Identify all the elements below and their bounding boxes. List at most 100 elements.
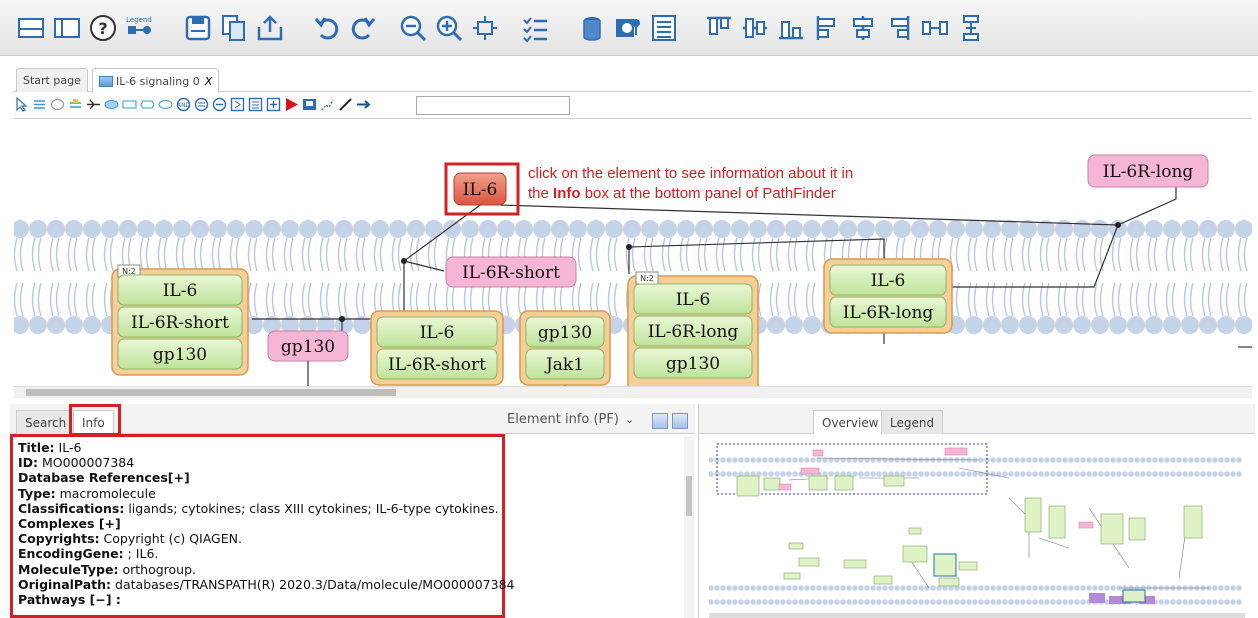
table-tool-icon[interactable] xyxy=(248,97,263,112)
element-info-select[interactable]: Element info (PF) ⌄ xyxy=(507,412,634,427)
tab-search[interactable]: Search xyxy=(16,410,76,434)
tab-legend[interactable]: Legend xyxy=(881,410,944,434)
list-icon[interactable] xyxy=(647,11,681,45)
overview-minimap[interactable] xyxy=(708,438,1245,613)
lipid-head xyxy=(569,220,587,238)
label-input[interactable] xyxy=(416,96,570,115)
play-icon[interactable] xyxy=(284,97,299,112)
export-icon[interactable] xyxy=(253,11,287,45)
pointer-tool-icon[interactable] xyxy=(14,97,29,112)
database-icon[interactable] xyxy=(575,11,609,45)
il6r-long-node[interactable]: IL-6R-long xyxy=(1087,154,1209,188)
note-tool-icon[interactable] xyxy=(230,97,245,112)
redo-icon[interactable] xyxy=(346,11,380,45)
complex-1[interactable]: N:2 IL-6 IL-6R-short gp130 xyxy=(111,264,249,376)
document-icon[interactable] xyxy=(652,413,668,429)
lipid-head xyxy=(1037,316,1055,334)
scroll-thumb[interactable] xyxy=(26,389,396,396)
tab-close-button[interactable]: X xyxy=(205,75,213,88)
minimap-lipid-head xyxy=(1116,457,1122,463)
fit-icon[interactable] xyxy=(468,11,502,45)
gp130-node[interactable]: gp130 xyxy=(267,330,349,362)
checklist-icon[interactable] xyxy=(518,11,552,45)
align-bottom-icon[interactable] xyxy=(774,11,808,45)
copy-icon[interactable] xyxy=(217,11,251,45)
lipid-tail xyxy=(607,282,618,317)
il6r-short-node-label: IL-6R-short xyxy=(462,263,560,283)
zoom-out-icon[interactable] xyxy=(396,11,430,45)
save-icon[interactable] xyxy=(181,11,215,45)
minimap-lipid-head xyxy=(822,599,828,605)
minimap-lipid-head xyxy=(864,599,870,605)
align-left-icon[interactable] xyxy=(810,11,844,45)
lipid-tail xyxy=(805,237,816,272)
undo-icon[interactable] xyxy=(310,11,344,45)
distribute-v-icon[interactable] xyxy=(954,11,988,45)
complex-4[interactable]: N:2 IL-6 IL-6R-long gp130 xyxy=(627,271,759,388)
lipid-tail xyxy=(427,237,438,272)
complex-4-item: IL-6R-long xyxy=(648,322,739,342)
complex-5[interactable]: IL-6 IL-6R-long xyxy=(823,258,953,334)
minimap-lipid-head xyxy=(1050,471,1056,477)
edit-icon[interactable] xyxy=(672,413,688,429)
distribute-h-icon[interactable] xyxy=(918,11,952,45)
line-tool-icon[interactable] xyxy=(338,97,353,112)
minimap-lipid-head xyxy=(1038,599,1044,605)
complex-tool-icon[interactable] xyxy=(50,97,65,112)
align-right-icon[interactable] xyxy=(882,11,916,45)
canvas-horizontal-scrollbar[interactable] xyxy=(14,386,1252,398)
text-tool-icon[interactable] xyxy=(266,97,281,112)
il6r-short-node[interactable]: IL-6R-short xyxy=(445,256,577,288)
minimap-lipid-head xyxy=(852,457,858,463)
tab-overview[interactable]: Overview xyxy=(813,410,888,434)
polyline-tool-icon[interactable] xyxy=(320,97,335,112)
rna-tool-icon[interactable] xyxy=(140,97,155,112)
legend-icon[interactable]: Legend xyxy=(122,11,156,45)
minimap-lipid-head xyxy=(768,599,774,605)
lipid-head xyxy=(371,220,389,238)
layout-icon[interactable] xyxy=(14,11,48,45)
ellipse-tool-icon[interactable] xyxy=(158,97,173,112)
reaction-tool-icon[interactable] xyxy=(86,97,101,112)
info-field-row[interactable]: Pathways [−] : xyxy=(18,592,497,607)
lipid-tail xyxy=(157,237,168,272)
and-gate-icon[interactable]: AND xyxy=(176,97,191,112)
align-top-icon[interactable] xyxy=(702,11,736,45)
info-field-row[interactable]: Database References[+] xyxy=(18,470,497,485)
tab-il6-signaling[interactable]: IL-6 signaling 0 X xyxy=(92,68,220,93)
rect-tool-icon[interactable] xyxy=(32,97,47,112)
minimap-lipid-head xyxy=(732,599,738,605)
help-icon[interactable]: ? xyxy=(86,11,120,45)
info-vertical-scrollbar[interactable] xyxy=(684,436,694,618)
align-center-v-icon[interactable] xyxy=(846,11,880,45)
panel-icon[interactable] xyxy=(50,11,84,45)
overview-scrollbar[interactable] xyxy=(709,613,1245,618)
minimap-lipid-head xyxy=(768,585,774,591)
lipid-tail xyxy=(337,282,348,317)
minimap-lipid-head xyxy=(888,599,894,605)
complex-2[interactable]: IL-6 IL-6R-short xyxy=(370,310,504,386)
scroll-thumb[interactable] xyxy=(686,476,692,516)
or-gate-icon[interactable] xyxy=(194,97,209,112)
pathway-canvas[interactable]: IL-6 click on the element to see informa… xyxy=(14,118,1252,388)
lipid-tail xyxy=(625,237,636,272)
arrow-tool-icon[interactable] xyxy=(356,97,371,112)
align-center-h-icon[interactable] xyxy=(738,11,772,45)
lipid-head xyxy=(1235,220,1252,238)
zoom-in-icon[interactable] xyxy=(432,11,466,45)
search-node-icon[interactable] xyxy=(611,11,645,45)
lipid-tail xyxy=(967,282,978,317)
molecule-tool-icon[interactable] xyxy=(104,97,119,112)
compartment-tool-icon[interactable] xyxy=(68,97,83,112)
gene-tool-icon[interactable] xyxy=(122,97,137,112)
lipid-head xyxy=(785,316,803,334)
info-field-row[interactable]: Complexes [+] xyxy=(18,516,497,531)
equal-gate-icon[interactable] xyxy=(212,97,227,112)
complex-3[interactable]: gp130 Jak1 xyxy=(519,310,611,386)
minimap-lipid-head xyxy=(1176,471,1182,477)
il6-node[interactable]: IL-6 xyxy=(453,172,507,206)
lipid-head xyxy=(1019,316,1037,334)
tab-start-page[interactable]: Start page xyxy=(16,68,88,92)
image-tool-icon[interactable] xyxy=(302,97,317,112)
lipid-tail xyxy=(283,282,294,317)
